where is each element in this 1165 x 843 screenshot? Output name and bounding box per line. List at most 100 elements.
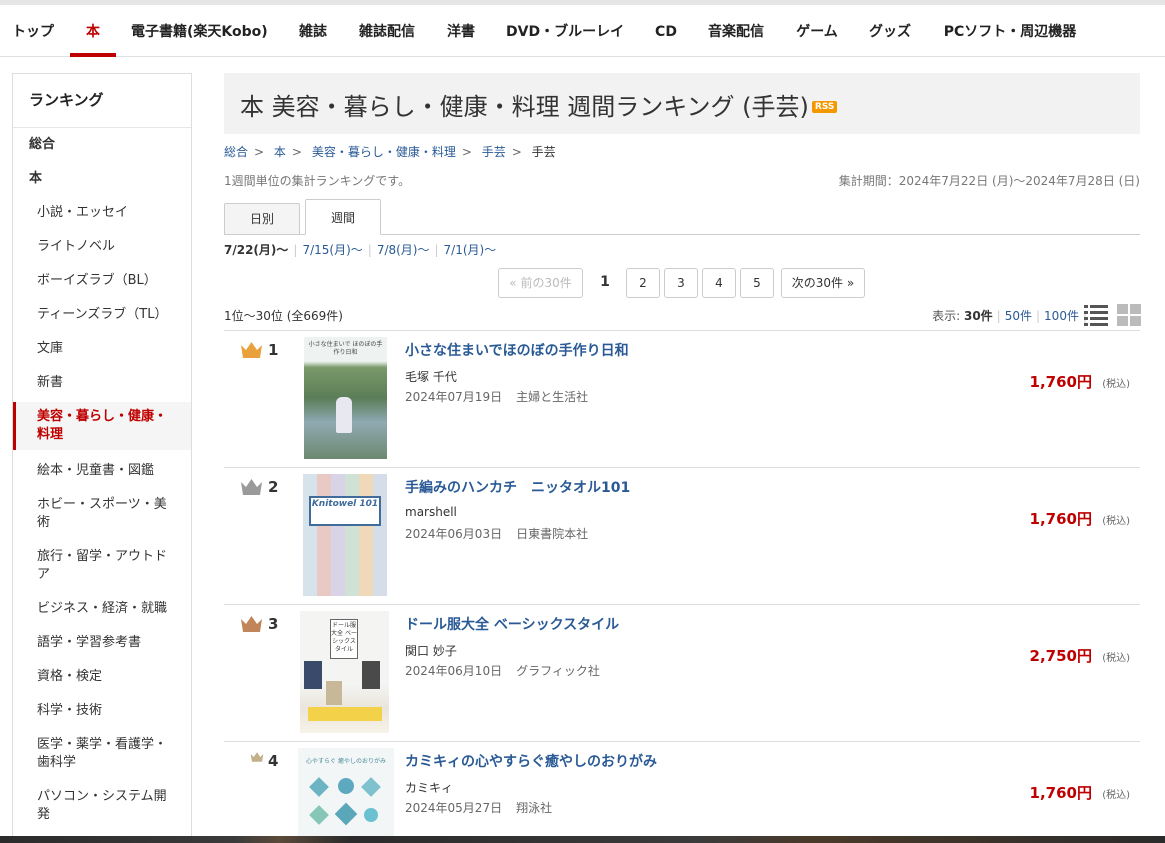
- rank-number: 3: [268, 615, 279, 633]
- pager-prev[interactable]: « 前の30件: [498, 268, 583, 298]
- sidebar-item-books[interactable]: 本: [13, 170, 191, 188]
- pager-page[interactable]: 4: [702, 268, 736, 298]
- book-title[interactable]: カミキィの心やすらぐ癒やしのおりがみ: [405, 751, 657, 771]
- rank-number: 1: [268, 341, 279, 359]
- week-selector: 7/22(月)～ | 7/15(月)～ | 7/8(月)～ | 7/1(月)～: [224, 243, 497, 257]
- sidebar-item-science[interactable]: 科学・技術: [13, 702, 191, 720]
- sidebar-item-novels[interactable]: 小説・エッセイ: [13, 204, 191, 222]
- breadcrumb-books[interactable]: 本: [274, 145, 286, 159]
- pager-next[interactable]: 次の30件 »: [781, 268, 865, 298]
- nav-foreign-books[interactable]: 洋書: [446, 10, 476, 55]
- book-cover[interactable]: 心やすらぐ 癒やしのおりがみ: [298, 748, 394, 843]
- book-price: 1,760円: [1029, 784, 1092, 802]
- book-meta: 2024年06月03日 日東書院本社: [405, 525, 588, 542]
- book-cover[interactable]: Knitowel 101: [303, 474, 387, 596]
- nav-goods[interactable]: グッズ: [868, 10, 912, 55]
- book-title[interactable]: 手編みのハンカチ ニッタオル101: [405, 477, 630, 497]
- book-author[interactable]: 毛塚 千代: [405, 368, 457, 385]
- ranking-period: 集計期間：2024年7月22日 (月)～2024年7月28日 (日): [838, 174, 1140, 188]
- book-date: 2024年06月10日: [405, 664, 503, 678]
- breadcrumb-beauty-living[interactable]: 美容・暮らし・健康・料理: [312, 145, 456, 159]
- breadcrumb-sep: >: [511, 145, 522, 159]
- book-publisher: 翔泳社: [516, 801, 553, 815]
- book-cover[interactable]: 小さな住まいで ほのぼの手作り日和: [304, 337, 387, 459]
- book-price: 2,750円: [1029, 647, 1092, 665]
- nav-dvd-bluray[interactable]: DVD・ブルーレイ: [506, 10, 624, 55]
- nav-books[interactable]: 本: [70, 10, 116, 57]
- sidebar-item-medicine[interactable]: 医学・薬学・看護学・歯科学: [13, 736, 191, 772]
- display-50[interactable]: 50件: [1005, 309, 1032, 323]
- sidebar-item-pc-system[interactable]: パソコン・システム開発: [13, 788, 191, 824]
- breadcrumb-handicraft-link[interactable]: 手芸: [482, 145, 506, 159]
- book-author[interactable]: 関口 妙子: [405, 642, 457, 659]
- rss-badge[interactable]: RSS: [811, 101, 838, 113]
- ranking-row: 3 ドール服大全 ベーシックスタイル ドール服大全 ベーシックスタイル 関口 妙…: [224, 605, 1140, 742]
- breadcrumb-sep: >: [461, 145, 472, 159]
- tax-label: (税込): [1102, 790, 1130, 801]
- breadcrumb-overall[interactable]: 総合: [224, 145, 248, 159]
- rank-number: 4: [268, 752, 279, 770]
- nav-top[interactable]: トップ: [12, 10, 54, 55]
- tab-weekly[interactable]: 週間: [305, 199, 381, 235]
- pager-page[interactable]: 3: [664, 268, 698, 298]
- cover-text: 小さな住まいで ほのぼの手作り日和: [308, 341, 383, 356]
- sidebar-item-beauty-living[interactable]: 美容・暮らし・健康・料理: [13, 402, 191, 450]
- week-link[interactable]: 7/8(月)～: [377, 243, 430, 257]
- week-link[interactable]: 7/1(月)～: [444, 243, 497, 257]
- book-title[interactable]: ドール服大全 ベーシックスタイル: [405, 614, 619, 634]
- display-label: 表示:: [932, 309, 961, 323]
- book-author[interactable]: カミキィ: [405, 779, 453, 796]
- book-cover[interactable]: ドール服大全 ベーシックスタイル: [300, 611, 389, 733]
- sidebar-item-shinsho[interactable]: 新書: [13, 374, 191, 392]
- list-view-icon[interactable]: [1084, 304, 1108, 326]
- page-title-text: 本 美容・暮らし・健康・料理 週間ランキング (手芸): [240, 93, 809, 121]
- sidebar-item-certification[interactable]: 資格・検定: [13, 668, 191, 686]
- nav-cd[interactable]: CD: [654, 10, 678, 55]
- nav-magazines[interactable]: 雑誌: [298, 10, 328, 55]
- sidebar-item-travel[interactable]: 旅行・留学・アウトドア: [13, 548, 191, 584]
- ranking-row: 4 心やすらぐ 癒やしのおりがみ カミキィの心やすらぐ癒やしのおりがみ カミキィ…: [224, 742, 1140, 843]
- pager-page[interactable]: 5: [740, 268, 774, 298]
- sidebar-item-overall[interactable]: 総合: [13, 136, 191, 154]
- display-current: 30件: [963, 309, 993, 323]
- nav-games[interactable]: ゲーム: [795, 10, 839, 55]
- sidebar-item-language[interactable]: 語学・学習参考書: [13, 634, 191, 652]
- book-publisher: 日東書院本社: [516, 527, 589, 541]
- book-author[interactable]: marshell: [405, 505, 457, 519]
- breadcrumb: 総合 > 本 > 美容・暮らし・健康・料理 > 手芸 > 手芸: [224, 143, 556, 160]
- book-publisher: グラフィック社: [516, 664, 600, 678]
- week-current: 7/22(月)～: [224, 243, 289, 257]
- sidebar-item-hobby-sports-art[interactable]: ホビー・スポーツ・美術: [13, 496, 191, 532]
- silver-crown-icon: [241, 479, 262, 495]
- grid-view-icon[interactable]: [1117, 304, 1141, 326]
- result-range: 1位～30位 (全669件): [224, 309, 343, 323]
- global-nav: トップ 本 電子書籍(楽天Kobo) 雑誌 雑誌配信 洋書 DVD・ブルーレイ …: [0, 0, 1165, 57]
- book-price: 1,760円: [1029, 510, 1092, 528]
- nav-magazine-delivery[interactable]: 雑誌配信: [358, 10, 416, 55]
- nav-ebooks[interactable]: 電子書籍(楽天Kobo): [131, 10, 268, 55]
- sidebar-item-tl[interactable]: ティーンズラブ（TL）: [13, 306, 191, 324]
- sidebar-item-picture-books[interactable]: 絵本・児童書・図鑑: [13, 462, 191, 480]
- breadcrumb-current: 手芸: [531, 145, 556, 159]
- book-title[interactable]: 小さな住まいでほのぼの手作り日和: [405, 340, 629, 360]
- sidebar-item-light-novels[interactable]: ライトノベル: [13, 238, 191, 256]
- book-meta: 2024年06月10日 グラフィック社: [405, 662, 600, 679]
- week-link[interactable]: 7/15(月)～: [302, 243, 362, 257]
- sidebar-item-bunko[interactable]: 文庫: [13, 340, 191, 358]
- book-meta: 2024年05月27日 翔泳社: [405, 799, 552, 816]
- nav-pc-software[interactable]: PCソフト・周辺機器: [943, 10, 1077, 55]
- rank-number: 2: [268, 478, 279, 496]
- crown-icon: [250, 752, 264, 762]
- sidebar-item-bl[interactable]: ボーイズラブ（BL）: [13, 272, 191, 290]
- display-100[interactable]: 100件: [1044, 309, 1079, 323]
- ranking-row: 1 小さな住まいで ほのぼの手作り日和 小さな住まいでほのぼの手作り日和 毛塚 …: [224, 331, 1140, 468]
- sidebar-item-business[interactable]: ビジネス・経済・就職: [13, 600, 191, 618]
- book-date: 2024年06月03日: [405, 527, 503, 541]
- nav-music-delivery[interactable]: 音楽配信: [707, 10, 765, 55]
- bronze-crown-icon: [241, 616, 262, 632]
- pager-page[interactable]: 2: [626, 268, 660, 298]
- ranking-description: 1週間単位の集計ランキングです。: [224, 174, 411, 188]
- book-date: 2024年05月27日: [405, 801, 503, 815]
- tab-daily[interactable]: 日別: [224, 203, 300, 235]
- cover-text: ドール服大全 ベーシックスタイル: [330, 619, 358, 659]
